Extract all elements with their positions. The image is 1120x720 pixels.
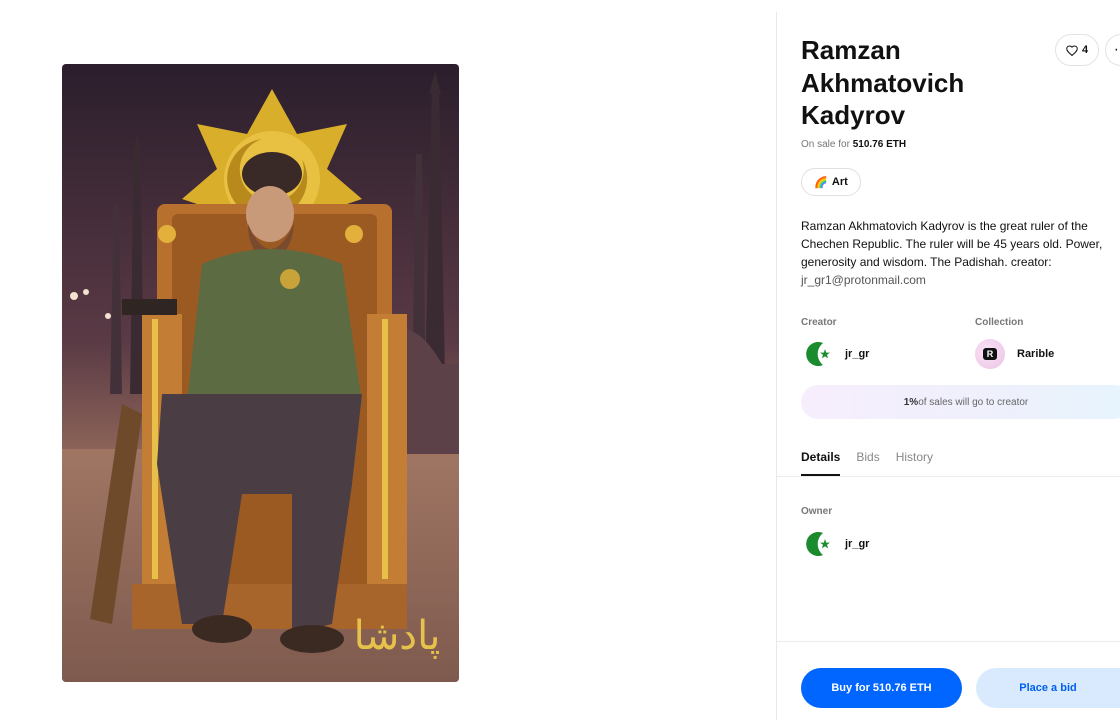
tabs-divider: [777, 476, 1120, 477]
owner-link[interactable]: jr_gr: [801, 528, 869, 560]
artwork-area: پادشا: [0, 0, 776, 720]
tab-history[interactable]: History: [896, 450, 933, 476]
tab-details[interactable]: Details: [801, 450, 841, 476]
sale-prefix: On sale for: [801, 139, 850, 150]
collection-link[interactable]: R Rarible: [975, 339, 1054, 369]
rarible-logo-icon: R: [975, 339, 1005, 369]
artwork-caption: پادشا: [354, 613, 441, 659]
place-bid-button[interactable]: Place a bid: [976, 668, 1120, 708]
creator-email: jr_gr1@protonmail.com: [801, 273, 926, 287]
sale-status: On sale for 510.76 ETH: [801, 139, 906, 150]
collection-label: Collection: [975, 317, 1024, 328]
nft-title: Ramzan Akhmatovich Kadyrov: [801, 35, 965, 130]
more-options-button[interactable]: ⋯: [1105, 34, 1120, 66]
like-button[interactable]: 4: [1055, 34, 1099, 66]
like-count: 4: [1081, 44, 1089, 56]
creator-avatar-crescent-icon: [801, 338, 833, 370]
creator-name: jr_gr: [845, 348, 870, 360]
royalty-banner: 1% of sales will go to creator: [801, 385, 1120, 419]
heart-icon: [1066, 44, 1078, 56]
details-panel: Ramzan Akhmatovich Kadyrov 4 ⋯ On sale f…: [777, 0, 1120, 720]
royalty-text: of sales will go to creator: [918, 396, 1029, 408]
sale-price: 510.76 ETH: [852, 139, 907, 150]
owner-avatar-crescent-icon: [801, 528, 833, 560]
nft-description: Ramzan Akhmatovich Kadyrov is the great …: [801, 217, 1111, 289]
more-icon: ⋯: [1114, 41, 1120, 57]
artwork-illustration: پادشا: [62, 64, 459, 682]
creator-label: Creator: [801, 317, 837, 328]
details-tabs: Details Bids History: [801, 450, 933, 476]
footer-divider: [777, 641, 1120, 642]
rainbow-icon: 🌈: [814, 176, 828, 189]
category-tag-label: Art: [831, 176, 848, 188]
buy-button[interactable]: Buy for 510.76 ETH: [801, 668, 962, 708]
rarible-logo-letter: R: [983, 348, 997, 360]
category-tag[interactable]: 🌈 Art: [801, 168, 861, 196]
owner-name: jr_gr: [845, 538, 870, 550]
creator-link[interactable]: jr_gr: [801, 338, 869, 370]
collection-name: Rarible: [1017, 348, 1055, 360]
nft-artwork-image[interactable]: پادشا: [62, 64, 459, 682]
description-text: Ramzan Akhmatovich Kadyrov is the great …: [801, 219, 1103, 269]
owner-label: Owner: [801, 506, 833, 517]
royalty-percent: 1%: [903, 396, 919, 408]
tab-bids[interactable]: Bids: [856, 450, 879, 476]
